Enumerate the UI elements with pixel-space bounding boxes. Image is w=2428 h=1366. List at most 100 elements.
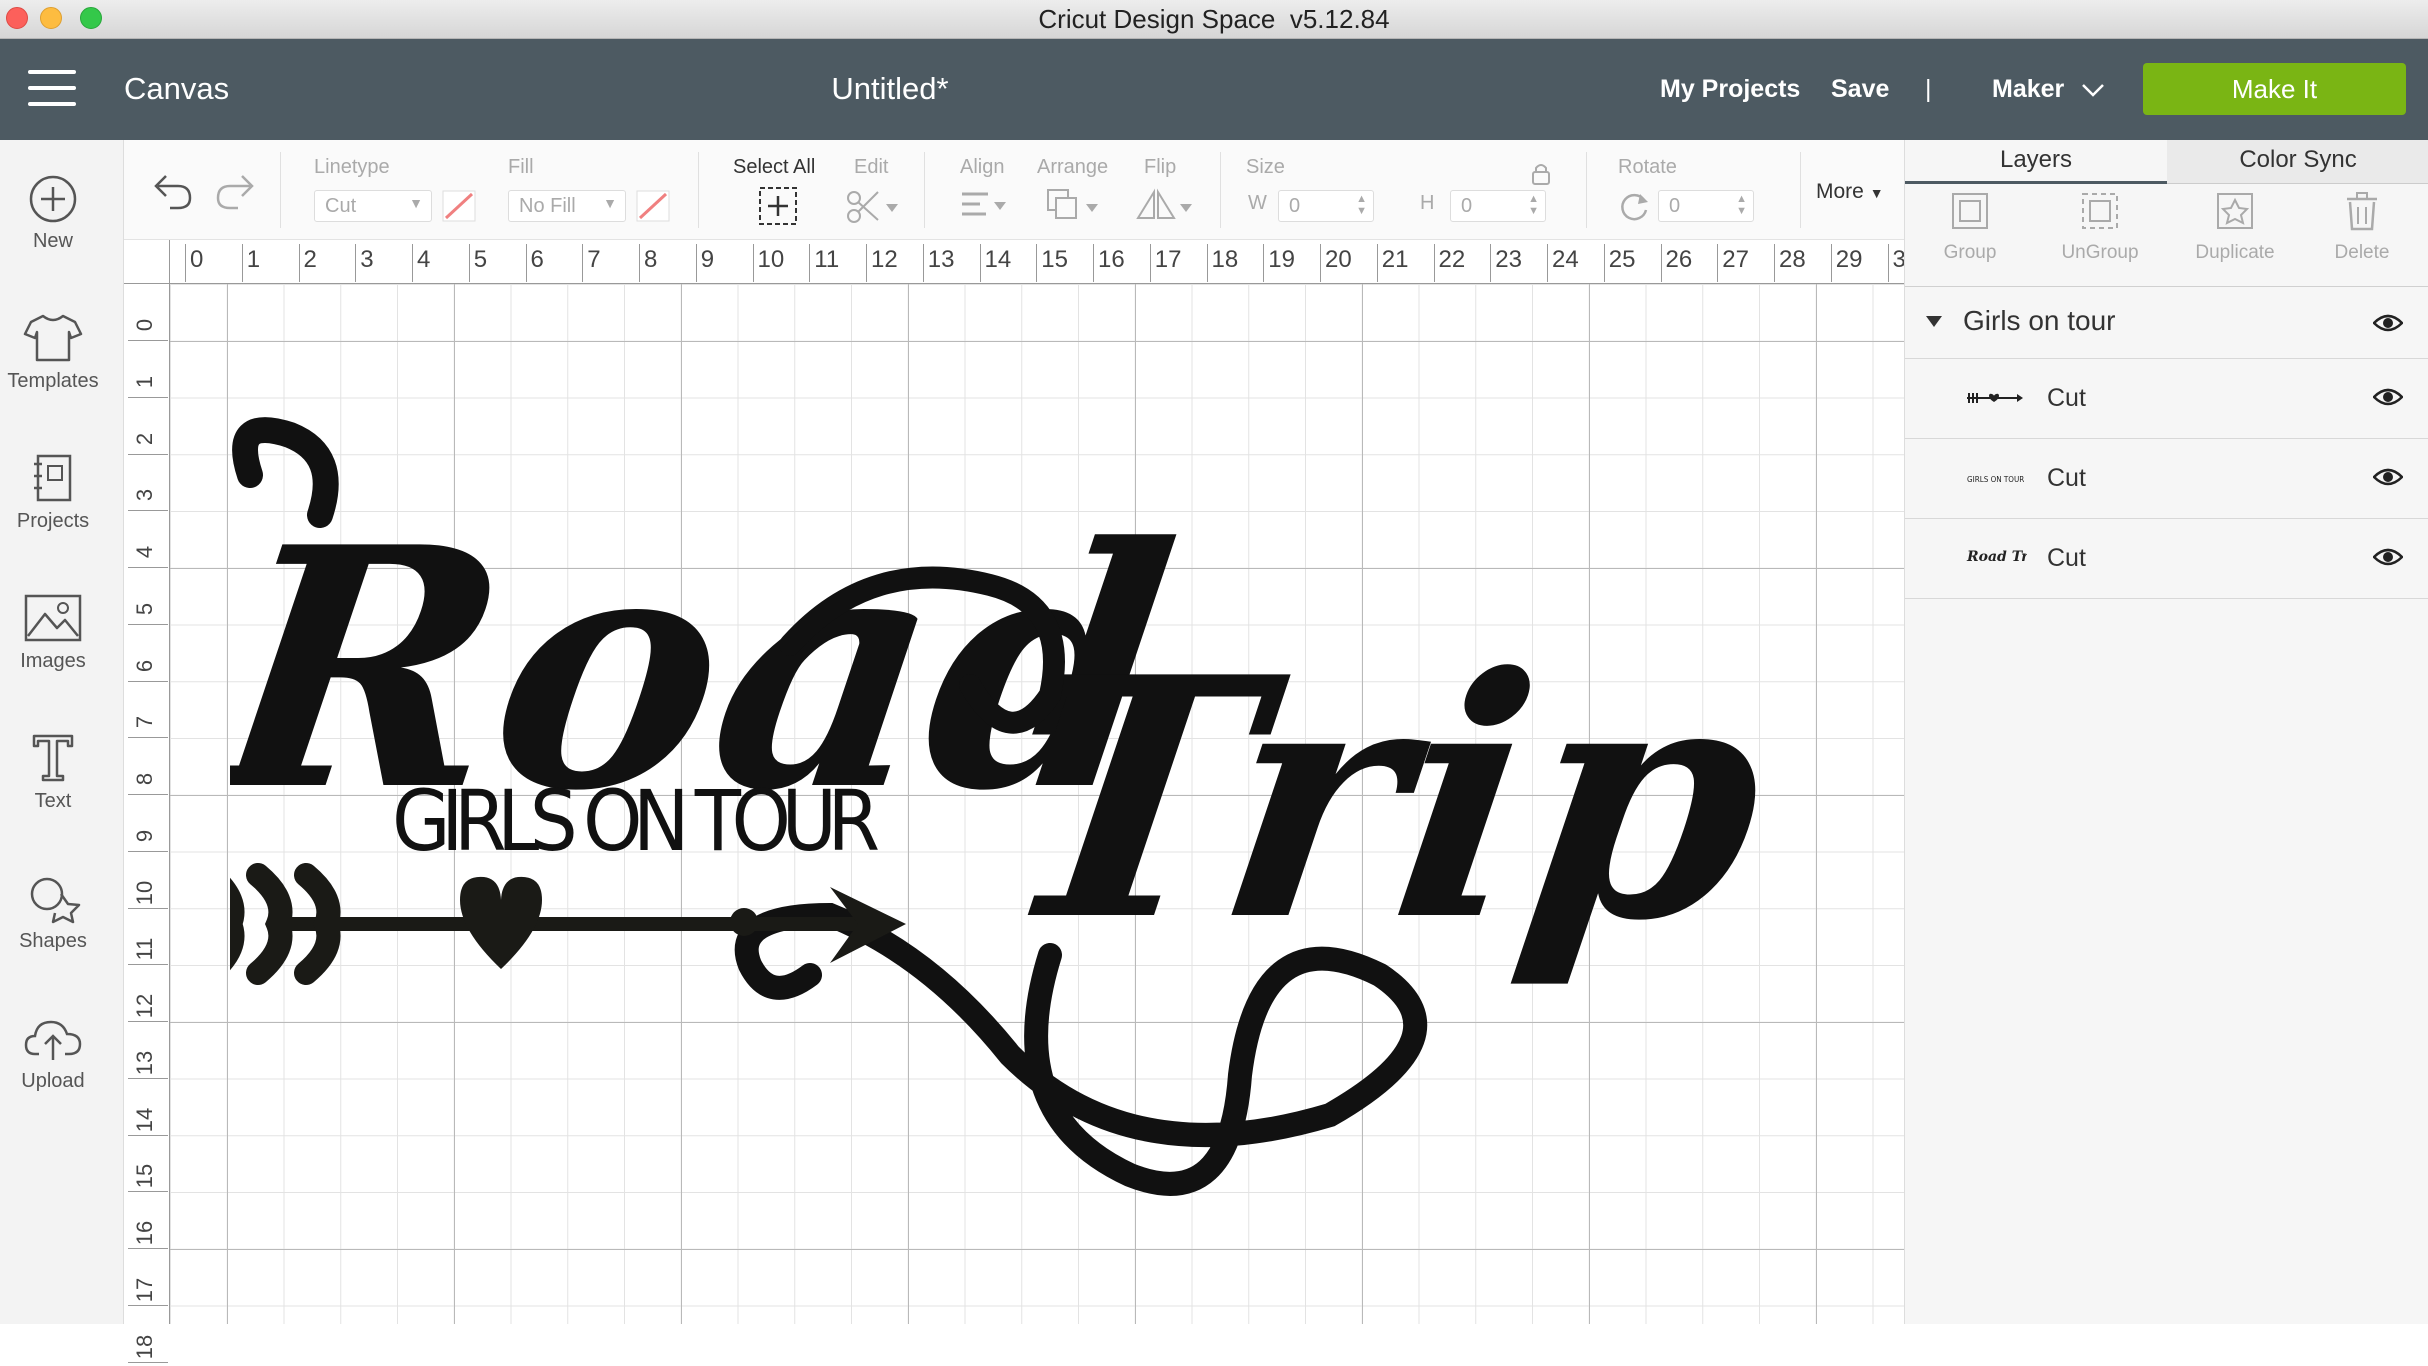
delete-label: Delete <box>2334 242 2390 263</box>
redo-icon[interactable] <box>214 170 258 210</box>
sidebar-label-text: Text <box>34 790 72 812</box>
ruler-tick <box>185 244 186 282</box>
arrow-heart-thumbnail <box>1967 393 2023 403</box>
ruler-tick <box>582 244 584 282</box>
eye-icon[interactable] <box>2373 547 2403 567</box>
rotate-value: 0 <box>1669 195 1681 217</box>
stepper-icon[interactable]: ▲ ▼ <box>1528 193 1539 217</box>
sidebar-item-shapes[interactable]: Shapes <box>0 872 106 953</box>
toolbar-separator <box>1800 152 1801 228</box>
align-label: Align <box>960 156 1005 178</box>
eye-icon[interactable] <box>2373 387 2403 407</box>
select-all-label: Select All <box>733 156 816 178</box>
save-button[interactable]: Save <box>1831 75 1889 104</box>
caret-down-icon: ▼ <box>1869 185 1884 201</box>
nav-divider: | <box>1925 75 1932 103</box>
undo-icon[interactable] <box>150 170 194 210</box>
linetype-value: Cut <box>325 195 357 217</box>
layer-name: Cut <box>2047 464 2086 492</box>
edit-icon[interactable] <box>844 186 900 226</box>
layer-row[interactable]: Cut <box>1905 359 2428 439</box>
ruler-tick <box>922 244 924 282</box>
ruler-label: 18 <box>1211 246 1239 273</box>
ruler-label: 12 <box>132 993 157 1019</box>
more-menu-button[interactable]: More ▼ <box>1816 180 1884 204</box>
arrange-icon[interactable] <box>1044 186 1104 226</box>
ruler-tick <box>639 244 640 282</box>
ruler-tick <box>1774 244 1775 282</box>
rotate-label: Rotate <box>1618 156 1677 178</box>
trash-icon <box>2347 192 2377 231</box>
chevron-down-icon[interactable] <box>2081 83 2105 97</box>
ruler-label: 23 <box>1495 246 1522 273</box>
ruler-tick <box>866 244 867 282</box>
ruler-label: 11 <box>814 246 840 273</box>
group-button[interactable]: Group <box>1905 190 2035 264</box>
ruler-tick <box>752 244 754 282</box>
stepper-icon[interactable]: ▲ ▼ <box>1356 193 1367 217</box>
toolbar-separator <box>924 152 925 228</box>
layer-row[interactable]: GIRLS ON TOUR Cut <box>1905 439 2428 519</box>
ruler-tick <box>695 244 697 282</box>
sidebar-item-upload[interactable]: Upload <box>0 1012 106 1093</box>
tab-layers[interactable]: Layers <box>1905 140 2167 184</box>
eye-icon[interactable] <box>2373 467 2403 487</box>
machine-selector[interactable]: Maker <box>1992 75 2064 104</box>
linetype-label: Linetype <box>314 156 390 178</box>
ruler-tick <box>355 244 357 282</box>
flip-icon[interactable] <box>1134 186 1196 226</box>
sidebar-item-templates[interactable]: Templates <box>0 312 106 393</box>
ruler-tick <box>1206 244 1208 282</box>
collapse-triangle-icon[interactable] <box>1925 315 1943 329</box>
align-icon[interactable] <box>958 188 1010 224</box>
ruler-tick <box>1036 244 1038 282</box>
ruler-label: 8 <box>644 246 658 273</box>
stepper-icon[interactable]: ▲ ▼ <box>1736 193 1747 217</box>
sidebar-label-projects: Projects <box>16 510 90 532</box>
sidebar-item-text[interactable]: Text <box>0 732 106 813</box>
layer-row[interactable]: Road Trip Cut <box>1905 519 2428 599</box>
road-trip-thumbnail: Road Trip <box>1966 549 2027 565</box>
ruler-label: 11 <box>132 937 157 961</box>
lock-icon[interactable] <box>1530 162 1552 186</box>
road-trip-artwork[interactable]: Road Trip GIRLS ON TOUR <box>230 355 1770 1245</box>
my-projects-link[interactable]: My Projects <box>1660 75 1800 104</box>
rotate-input[interactable]: 0 ▲ ▼ <box>1658 190 1754 222</box>
sidebar-item-images[interactable]: Images <box>0 592 106 673</box>
width-input[interactable]: 0 ▲ ▼ <box>1278 190 1374 222</box>
ruler-label: 6 <box>530 246 544 273</box>
layer-group-row[interactable]: Girls on tour <box>1905 287 2428 359</box>
edit-label: Edit <box>854 156 889 178</box>
ungroup-icon <box>2082 193 2118 229</box>
ruler-label: 13 <box>132 1050 157 1075</box>
ruler-tick <box>1490 244 1492 282</box>
tab-color-sync[interactable]: Color Sync <box>2167 140 2428 184</box>
ruler-tick <box>979 244 981 282</box>
ruler-label: 14 <box>132 1107 157 1132</box>
delete-button[interactable]: Delete <box>2297 190 2427 264</box>
toolbar-separator <box>698 152 699 228</box>
ruler-label: 29 <box>1835 246 1863 273</box>
sidebar-item-new[interactable]: New <box>0 174 106 253</box>
duplicate-button[interactable]: Duplicate <box>2170 190 2300 264</box>
trip-text: Trip <box>980 607 1770 994</box>
vertical-ruler: 0 1 2 3 4 5 6 7 8 9 10 11 12 13 14 15 16 17 18 <box>124 284 170 1363</box>
sidebar-item-projects[interactable]: Projects <box>0 452 106 533</box>
make-it-button[interactable]: Make It <box>2143 63 2406 115</box>
ruler-label: 0 <box>190 246 204 273</box>
ruler-label: 6 <box>132 659 157 672</box>
fill-select[interactable]: No Fill ▼ <box>508 190 626 222</box>
ruler-tick <box>1830 244 1832 282</box>
ungroup-button[interactable]: UnGroup <box>2035 190 2165 264</box>
fill-color-swatch[interactable] <box>636 190 670 222</box>
ruler-tick <box>1093 244 1094 282</box>
linetype-select[interactable]: Cut ▼ <box>314 190 432 222</box>
eye-icon[interactable] <box>2373 313 2403 333</box>
ruler-label: 9 <box>132 829 157 842</box>
select-all-icon[interactable] <box>758 186 798 226</box>
ruler-label: 15 <box>1041 246 1068 273</box>
height-input[interactable]: 0 ▲ ▼ <box>1450 190 1546 222</box>
flip-label: Flip <box>1144 156 1177 178</box>
linetype-color-swatch[interactable] <box>442 190 476 222</box>
width-prefix: W <box>1248 192 1267 214</box>
